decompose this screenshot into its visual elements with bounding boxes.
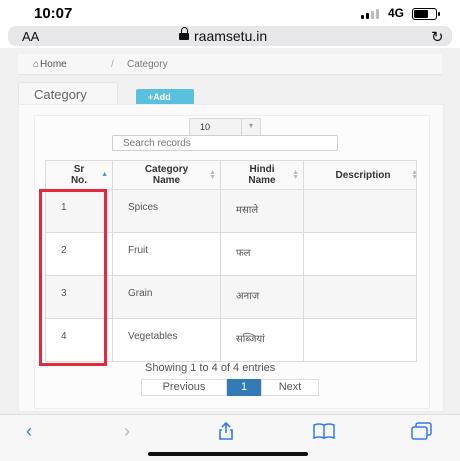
address-field[interactable]: AA raamsetu.in ↻ [8,26,452,46]
previous-page-button[interactable]: Previous [141,379,227,396]
lock-icon [179,27,189,40]
next-page-button[interactable]: Next [261,379,319,396]
column-header-hindi[interactable]: Hindi Name ▲ ▼ [220,160,304,190]
forward-icon[interactable]: › [124,421,130,442]
cell-description [303,318,417,362]
home-indicator [148,452,308,456]
chevron-down-icon: ▾ [241,119,260,135]
url-bar: AA raamsetu.in ↻ [0,26,460,48]
network-type: 4G [388,6,405,20]
cell-hindi: मसाले [220,189,304,233]
breadcrumb: ⌂Home / Category [18,54,442,75]
column-header-sr[interactable]: Sr No. ▲ [45,160,113,190]
breadcrumb-separator: / [111,59,114,70]
sort-asc-icon: ▲ [101,171,108,178]
column-header-category[interactable]: Category Name ▲ ▼ [112,160,221,190]
status-bar: 10:07 4G [0,0,460,26]
cell-hindi: अनाज [220,275,304,319]
add-category-button[interactable]: +Add [136,89,194,105]
text-size-button[interactable]: AA [22,29,39,44]
breadcrumb-current: Category [127,59,168,70]
status-time: 10:07 [34,5,73,22]
url-domain[interactable]: raamsetu.in [194,28,267,44]
highlight-box [39,189,107,366]
sort-icon: ▲ ▼ [292,169,299,181]
cell-category: Grain [112,275,221,319]
table-info: Showing 1 to 4 of 4 entries [145,362,276,374]
panel-header: Category +Add [18,82,442,105]
page-length-select[interactable]: 10 ▾ [189,118,261,136]
reload-icon[interactable]: ↻ [431,28,444,46]
cell-hindi: सब्जियां [220,318,304,362]
sort-icon: ▲ ▼ [411,169,418,181]
share-icon[interactable] [216,421,236,446]
breadcrumb-home[interactable]: ⌂Home [33,59,67,70]
cell-hindi: फल [220,232,304,276]
cell-description [303,189,417,233]
search-input[interactable] [112,135,338,151]
home-icon: ⌂ [33,59,40,70]
bookmarks-icon[interactable] [312,421,336,446]
back-icon[interactable]: ‹ [26,421,32,442]
battery-icon [412,8,440,20]
signal-icon [361,9,383,19]
column-header-description[interactable]: Description ▲ ▼ [303,160,418,190]
cell-description [303,232,417,276]
sort-icon: ▲ ▼ [209,169,216,181]
cell-category: Fruit [112,232,221,276]
cell-category: Vegetables [112,318,221,362]
cell-description [303,275,417,319]
tabs-icon[interactable] [410,421,434,446]
page-1-button[interactable]: 1 [227,379,261,396]
tab-category[interactable]: Category [18,82,118,105]
cell-category: Spices [112,189,221,233]
